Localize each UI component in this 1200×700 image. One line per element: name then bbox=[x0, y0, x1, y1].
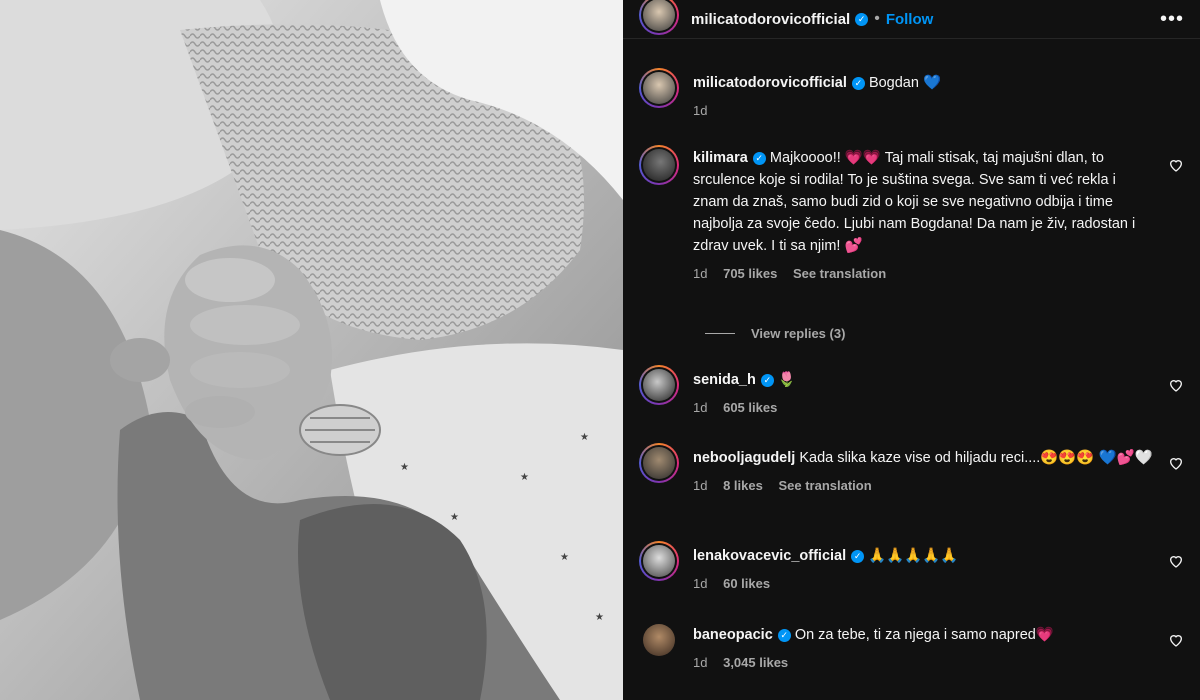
comment-likes[interactable]: 605 likes bbox=[723, 400, 777, 415]
comment-text: On za tebe, ti za njega i samo napred💗 bbox=[794, 627, 1054, 643]
replies-divider bbox=[705, 333, 735, 334]
caption-avatar[interactable] bbox=[639, 68, 679, 108]
more-options-icon[interactable]: ••• bbox=[1160, 8, 1184, 31]
comment-likes[interactable]: 8 likes bbox=[723, 478, 763, 493]
list-item: nebooljagudelj Kada slika kaze vise od h… bbox=[639, 443, 1184, 497]
verified-badge-icon: ✓ bbox=[855, 12, 869, 26]
view-replies-label[interactable]: View replies (3) bbox=[751, 326, 845, 341]
post-header: milicatodorovicofficial ✓ • Follow ••• bbox=[623, 0, 1200, 39]
heart-icon[interactable] bbox=[1168, 632, 1184, 648]
separator-dot: • bbox=[874, 10, 880, 27]
comment-likes[interactable]: 60 likes bbox=[723, 576, 770, 591]
commenter-avatar[interactable] bbox=[639, 541, 679, 581]
follow-button[interactable]: Follow bbox=[886, 11, 934, 28]
list-item: baneopacic ✓ On za tebe, ti za njega i sa… bbox=[639, 620, 1184, 674]
caption: milicatodorovicofficial ✓ Bogdan 💙 1d bbox=[639, 68, 1184, 122]
comment-likes[interactable]: 705 likes bbox=[723, 266, 777, 281]
comment-text: 🙏🙏🙏🙏🙏 bbox=[868, 548, 959, 564]
post-photo: ★ ★ ★ ★ ★ ★ ★ ★ bbox=[0, 0, 623, 700]
list-item: senida_h ✓ 🌷 1d 605 likes bbox=[639, 365, 1184, 419]
verified-badge-icon: ✓ bbox=[752, 152, 766, 165]
author-username[interactable]: milicatodorovicofficial bbox=[691, 11, 850, 28]
svg-text:★: ★ bbox=[450, 512, 459, 523]
comment-username[interactable]: baneopacic bbox=[693, 627, 773, 643]
see-translation-link[interactable]: See translation bbox=[778, 478, 871, 493]
verified-badge-icon: ✓ bbox=[760, 374, 774, 387]
author-avatar[interactable] bbox=[639, 0, 679, 35]
commenter-avatar[interactable] bbox=[639, 365, 679, 405]
list-item: lenakovacevic_official ✓ 🙏🙏🙏🙏🙏 1d 60 like… bbox=[639, 541, 1184, 595]
comment-time: 1d bbox=[693, 576, 708, 591]
svg-text:★: ★ bbox=[580, 432, 589, 443]
svg-text:★: ★ bbox=[560, 552, 569, 563]
commenter-avatar[interactable] bbox=[639, 443, 679, 483]
commenter-avatar[interactable] bbox=[639, 145, 679, 185]
caption-username[interactable]: milicatodorovicofficial bbox=[693, 75, 847, 91]
commenter-avatar[interactable] bbox=[639, 620, 679, 660]
list-item: kilimara ✓ Majkoooo!! 💗💗 Taj mali stisak,… bbox=[639, 145, 1184, 285]
svg-text:★: ★ bbox=[400, 462, 409, 473]
heart-icon[interactable] bbox=[1168, 553, 1184, 569]
comment-time: 1d bbox=[693, 478, 708, 493]
comment-username[interactable]: senida_h bbox=[693, 372, 756, 388]
heart-icon[interactable] bbox=[1168, 377, 1184, 393]
caption-text: Bogdan 💙 bbox=[868, 75, 942, 91]
caption-time: 1d bbox=[693, 103, 708, 118]
comment-username[interactable]: lenakovacevic_official bbox=[693, 548, 846, 564]
verified-badge-icon: ✓ bbox=[777, 629, 791, 642]
comment-username[interactable]: kilimara bbox=[693, 150, 748, 166]
comment-username[interactable]: nebooljagudelj bbox=[693, 450, 795, 466]
comment-text: 🌷 bbox=[777, 372, 796, 388]
svg-text:★: ★ bbox=[520, 472, 529, 483]
verified-badge-icon: ✓ bbox=[851, 77, 865, 90]
baby-hand-photo: ★ ★ ★ ★ ★ ★ ★ ★ bbox=[0, 0, 623, 700]
comment-likes[interactable]: 3,045 likes bbox=[723, 655, 788, 670]
comments-panel: milicatodorovicofficial ✓ • Follow ••• m… bbox=[623, 0, 1200, 700]
comment-time: 1d bbox=[693, 266, 708, 281]
see-translation-link[interactable]: See translation bbox=[793, 266, 886, 281]
heart-icon[interactable] bbox=[1168, 157, 1184, 173]
comment-time: 1d bbox=[693, 400, 708, 415]
svg-text:★: ★ bbox=[595, 612, 604, 623]
comment-text: Kada slika kaze vise od hiljadu reci....… bbox=[799, 450, 1153, 466]
comment-time: 1d bbox=[693, 655, 708, 670]
verified-badge-icon: ✓ bbox=[851, 550, 865, 563]
heart-icon[interactable] bbox=[1168, 455, 1184, 471]
comment-text: Majkoooo!! 💗💗 Taj mali stisak, taj majuš… bbox=[693, 150, 1136, 254]
view-replies-button[interactable]: View replies (3) bbox=[705, 326, 845, 341]
